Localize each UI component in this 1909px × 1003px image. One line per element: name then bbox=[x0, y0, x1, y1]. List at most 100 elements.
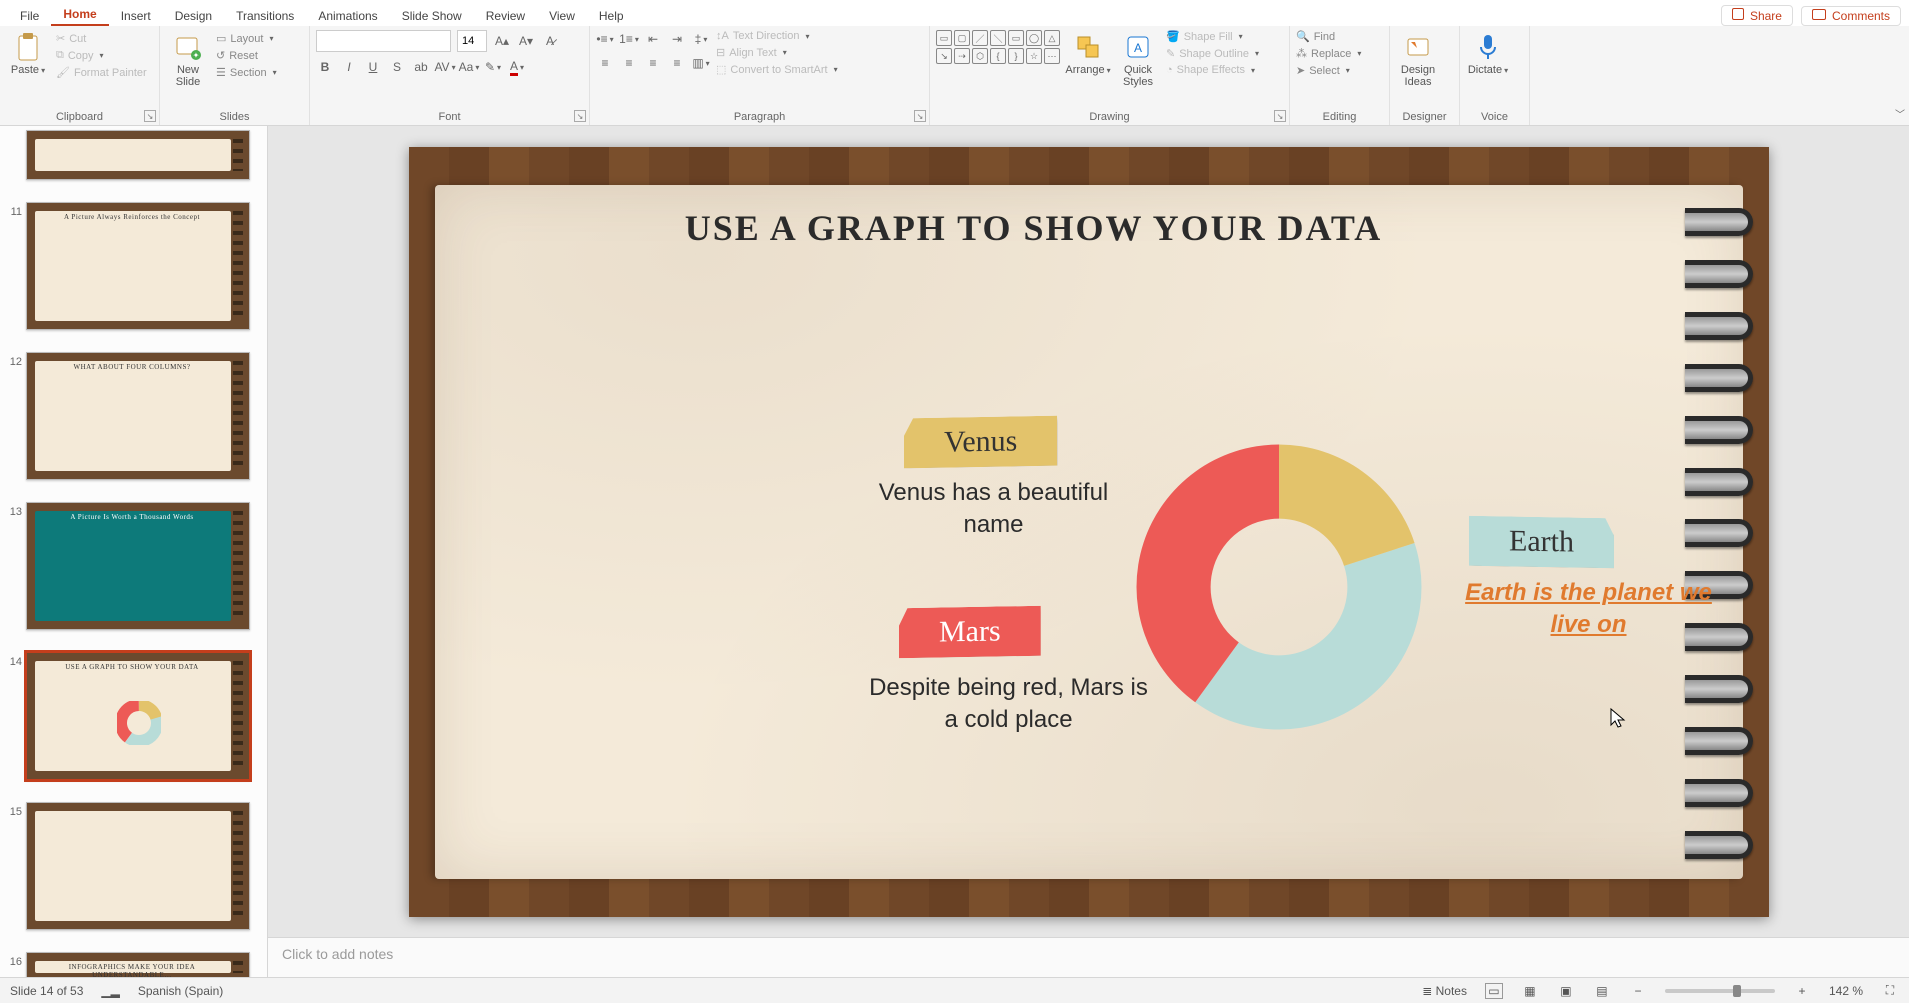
columns-icon[interactable]: ▥▾ bbox=[692, 54, 710, 72]
paragraph-dialog-launcher[interactable]: ↘ bbox=[914, 110, 926, 122]
drawing-dialog-launcher[interactable]: ↘ bbox=[1274, 110, 1286, 122]
comments-button[interactable]: Comments bbox=[1801, 6, 1901, 26]
thumb-slide-12[interactable]: WHAT ABOUT FOUR COLUMNS? bbox=[26, 352, 250, 480]
zoom-out-icon[interactable]: − bbox=[1629, 983, 1647, 999]
slide-title[interactable]: USE A GRAPH TO SHOW YOUR DATA bbox=[409, 207, 1659, 249]
text-direction-button[interactable]: ↕AText Direction▾ bbox=[716, 30, 838, 42]
bold-icon[interactable]: B bbox=[316, 58, 334, 76]
slide-canvas[interactable]: USE A GRAPH TO SHOW YOUR DATA Venus Venu… bbox=[268, 126, 1909, 937]
numbering-icon[interactable]: 1≡▾ bbox=[620, 30, 638, 48]
donut-chart[interactable] bbox=[1129, 437, 1429, 737]
select-button[interactable]: ➤Select▾ bbox=[1296, 64, 1361, 77]
tab-view[interactable]: View bbox=[537, 5, 587, 26]
shape-fill-label: Shape Fill bbox=[1184, 31, 1233, 43]
view-sorter-icon[interactable]: ▦ bbox=[1521, 983, 1539, 999]
font-dialog-launcher[interactable]: ↘ bbox=[574, 110, 586, 122]
decrease-font-icon[interactable]: A▾ bbox=[517, 32, 535, 50]
tab-insert[interactable]: Insert bbox=[109, 5, 163, 26]
char-spacing-icon[interactable]: AV▾ bbox=[436, 58, 454, 76]
shape-effects-label: Shape Effects bbox=[1177, 64, 1245, 76]
shape-fill-button[interactable]: 🪣Shape Fill▾ bbox=[1166, 30, 1259, 43]
view-slideshow-icon[interactable]: ▤ bbox=[1593, 983, 1611, 999]
justify-icon[interactable]: ≡ bbox=[668, 54, 686, 72]
venus-label-tag[interactable]: Venus bbox=[903, 415, 1056, 468]
replace-button[interactable]: ⁂Replace▾ bbox=[1296, 47, 1361, 60]
align-left-icon[interactable]: ≡ bbox=[596, 54, 614, 72]
italic-icon[interactable]: I bbox=[340, 58, 358, 76]
section-button[interactable]: ☰Section▾ bbox=[216, 66, 277, 79]
tab-transitions[interactable]: Transitions bbox=[224, 5, 306, 26]
tab-review[interactable]: Review bbox=[474, 5, 537, 26]
slide-thumbnails-panel[interactable]: 11 A Picture Always Reinforces the Conce… bbox=[0, 126, 268, 977]
font-name-input[interactable] bbox=[316, 30, 451, 52]
quick-styles-button[interactable]: A Quick Styles bbox=[1116, 30, 1160, 88]
tab-animations[interactable]: Animations bbox=[306, 5, 389, 26]
shape-outline-button[interactable]: ✎Shape Outline▾ bbox=[1166, 47, 1259, 60]
thumb-slide-14[interactable]: USE A GRAPH TO SHOW YOUR DATA bbox=[26, 652, 250, 780]
thumb-slide-11[interactable]: A Picture Always Reinforces the Concept bbox=[26, 202, 250, 330]
reset-button[interactable]: ↺Reset bbox=[216, 49, 277, 62]
clipboard-dialog-launcher[interactable]: ↘ bbox=[144, 110, 156, 122]
align-right-icon[interactable]: ≡ bbox=[644, 54, 662, 72]
increase-font-icon[interactable]: A▴ bbox=[493, 32, 511, 50]
copy-button[interactable]: ⧉Copy▾ bbox=[56, 49, 147, 62]
group-label-editing: Editing bbox=[1296, 109, 1383, 123]
thumb-slide-13[interactable]: A Picture Is Worth a Thousand Words bbox=[26, 502, 250, 630]
strike-icon[interactable]: S bbox=[388, 58, 406, 76]
change-case-icon[interactable]: Aa▾ bbox=[460, 58, 478, 76]
indent-inc-icon[interactable]: ⇥ bbox=[668, 30, 686, 48]
align-text-button[interactable]: ⊟Align Text▾ bbox=[716, 46, 838, 59]
view-normal-icon[interactable]: ▭ bbox=[1485, 983, 1503, 999]
mars-label-tag[interactable]: Mars bbox=[898, 605, 1040, 657]
clear-formatting-icon[interactable]: A̷ bbox=[541, 32, 559, 50]
layout-button[interactable]: ▭Layout▾ bbox=[216, 32, 277, 45]
thumb-slide-15[interactable] bbox=[26, 802, 250, 930]
tab-help[interactable]: Help bbox=[587, 5, 636, 26]
zoom-in-icon[interactable]: + bbox=[1793, 983, 1811, 999]
group-paragraph: •≡▾ 1≡▾ ⇤ ⇥ ‡▾ ≡ ≡ ≡ ≡ ▥▾ ↕AText Directi… bbox=[590, 26, 930, 125]
venus-description[interactable]: Venus has a beautiful name bbox=[879, 477, 1109, 542]
arrange-button[interactable]: Arrange▾ bbox=[1066, 30, 1110, 76]
format-painter-button[interactable]: 🖌Format Painter bbox=[56, 66, 147, 79]
accessibility-icon[interactable]: ▁▂ bbox=[101, 984, 119, 998]
shadow-icon[interactable]: ab bbox=[412, 58, 430, 76]
tab-file[interactable]: File bbox=[8, 5, 51, 26]
line-spacing-icon[interactable]: ‡▾ bbox=[692, 30, 710, 48]
language-indicator[interactable]: Spanish (Spain) bbox=[138, 984, 223, 998]
zoom-level[interactable]: 142 % bbox=[1829, 984, 1863, 998]
fit-to-window-icon[interactable]: ⛶ bbox=[1881, 983, 1899, 999]
share-button[interactable]: Share bbox=[1721, 5, 1793, 26]
cut-button[interactable]: ✂Cut bbox=[56, 32, 147, 45]
collapse-ribbon-icon[interactable]: ﹀ bbox=[1895, 106, 1905, 121]
thumb-slide-10-partial[interactable] bbox=[26, 130, 250, 180]
font-size-input[interactable] bbox=[457, 30, 487, 52]
shape-effects-button[interactable]: ◔Shape Effects▾ bbox=[1166, 64, 1259, 76]
dictate-button[interactable]: Dictate▾ bbox=[1466, 30, 1510, 76]
indent-dec-icon[interactable]: ⇤ bbox=[644, 30, 662, 48]
view-reading-icon[interactable]: ▣ bbox=[1557, 983, 1575, 999]
align-center-icon[interactable]: ≡ bbox=[620, 54, 638, 72]
donut-slice-venus[interactable] bbox=[1279, 444, 1415, 565]
highlight-icon[interactable]: ✎▾ bbox=[484, 58, 502, 76]
scissors-icon: ✂ bbox=[56, 32, 65, 45]
slide[interactable]: USE A GRAPH TO SHOW YOUR DATA Venus Venu… bbox=[409, 147, 1769, 917]
underline-icon[interactable]: U bbox=[364, 58, 382, 76]
tab-design[interactable]: Design bbox=[163, 5, 224, 26]
earth-description[interactable]: Earth is the planet we live on bbox=[1449, 577, 1729, 642]
notes-toggle[interactable]: ≣ Notes bbox=[1422, 984, 1467, 998]
shapes-gallery[interactable]: ▭▢／＼▭◯△ ↘⇢⬡{}☆⋯ bbox=[936, 30, 1060, 64]
tab-home[interactable]: Home bbox=[51, 3, 108, 26]
paste-button[interactable]: Paste▾ bbox=[6, 30, 50, 76]
mars-description[interactable]: Despite being red, Mars is a cold place bbox=[869, 672, 1149, 737]
zoom-slider[interactable] bbox=[1665, 989, 1775, 993]
earth-label-tag[interactable]: Earth bbox=[1468, 515, 1613, 568]
tab-slideshow[interactable]: Slide Show bbox=[390, 5, 474, 26]
thumb-slide-16[interactable]: INFOGRAPHICS MAKE YOUR IDEA UNDERSTANDAB… bbox=[26, 952, 250, 977]
notes-pane[interactable]: Click to add notes bbox=[268, 937, 1909, 977]
bullets-icon[interactable]: •≡▾ bbox=[596, 30, 614, 48]
design-ideas-button[interactable]: Design Ideas bbox=[1396, 30, 1440, 88]
convert-smartart-button[interactable]: ⬚Convert to SmartArt▾ bbox=[716, 63, 838, 76]
new-slide-button[interactable]: ✦ New Slide bbox=[166, 30, 210, 88]
find-button[interactable]: 🔍Find bbox=[1296, 30, 1361, 43]
font-color-icon[interactable]: A▾ bbox=[508, 58, 526, 76]
